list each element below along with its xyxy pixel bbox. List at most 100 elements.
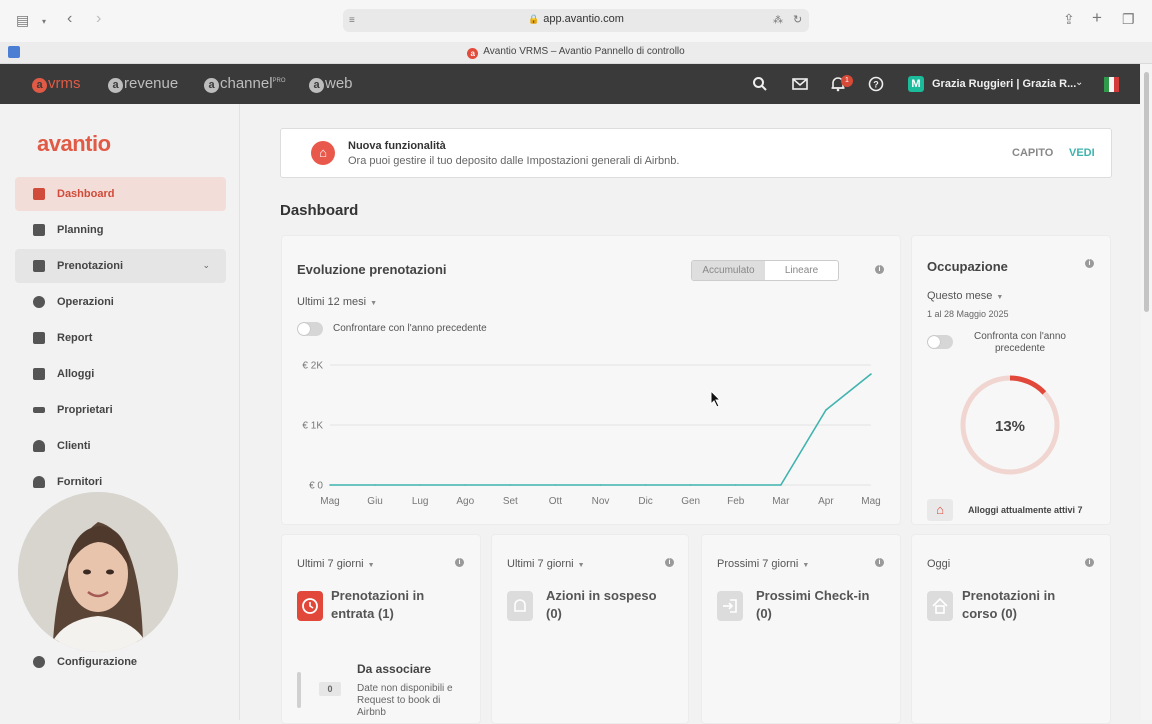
x-tick-label: Mag: [320, 496, 339, 507]
data-point: [780, 484, 782, 486]
occupancy-compare-label: Confronta con l'anno precedente: [974, 331, 1066, 354]
key-icon: [33, 407, 45, 413]
card-period-select[interactable]: Ultimi 7 giorni ▼: [297, 558, 375, 570]
data-point: [644, 484, 647, 486]
italy-flag-icon[interactable]: [1104, 77, 1119, 92]
scrollbar-thumb[interactable]: [1144, 72, 1149, 312]
occupancy-donut: 13%: [960, 375, 1060, 475]
info-icon[interactable]: i: [1085, 558, 1094, 567]
tabs-overview-icon[interactable]: ❐: [1122, 12, 1135, 26]
lock-icon: 🔒: [528, 14, 540, 24]
browser-tab-bar: a Avantio VRMS – Avantio Pannello di cont…: [0, 42, 1152, 64]
caret-down-icon: ▼: [370, 300, 378, 307]
data-point: [689, 484, 692, 486]
linear-option[interactable]: Lineare: [765, 261, 838, 280]
count-badge: 0: [319, 682, 341, 696]
sidebar-item-configurazione[interactable]: Configurazione: [15, 645, 226, 679]
occupancy-range: 1 al 28 Maggio 2025: [927, 309, 1009, 319]
bookings-icon: [33, 260, 45, 272]
sidebar-item-alloggi[interactable]: Alloggi: [15, 357, 226, 391]
back-icon[interactable]: ‹: [67, 11, 72, 27]
translate-icon[interactable]: ⁂: [773, 14, 783, 28]
caret-down-icon: ▼: [996, 294, 1004, 301]
sidebar-item-prenotazioni[interactable]: Prenotazioni ⌄: [15, 249, 226, 283]
sidebar-item-report[interactable]: Report: [15, 321, 226, 355]
user-name[interactable]: Grazia Ruggieri | Grazia R...: [932, 78, 1076, 90]
x-tick-label: Feb: [727, 496, 745, 507]
info-icon[interactable]: i: [455, 558, 464, 567]
gear-icon: [33, 656, 45, 668]
occupancy-period-select[interactable]: Questo mese ▼: [927, 290, 1003, 302]
address-bar[interactable]: ≡ 🔒 app.avantio.com ⁂ ↻: [343, 9, 809, 32]
forward-icon[interactable]: ›: [96, 11, 101, 27]
building-icon: ⌂: [927, 499, 953, 521]
scrollbar[interactable]: [1141, 64, 1152, 720]
checkins-title[interactable]: Prossimi Check-in (0): [756, 587, 869, 623]
info-icon[interactable]: i: [875, 558, 884, 567]
caret-down-icon: ▼: [367, 562, 375, 569]
clock-icon: [297, 591, 323, 621]
sidebar-toggle-icon[interactable]: ▤: [16, 13, 29, 27]
view-button[interactable]: VEDI: [1069, 147, 1095, 159]
avantio-logo[interactable]: avantio: [37, 131, 111, 157]
occupancy-percent: 13%: [995, 418, 1025, 435]
data-point: [329, 484, 331, 486]
active-units: Alloggi attualmente attivi 7: [968, 505, 1083, 515]
info-icon[interactable]: i: [665, 558, 674, 567]
accumulated-option[interactable]: Accumulato: [692, 261, 765, 280]
sidebar-item-dashboard[interactable]: Dashboard: [15, 177, 226, 211]
data-point: [419, 484, 421, 486]
dismiss-button[interactable]: CAPITO: [1012, 147, 1053, 159]
tab-title: Avantio VRMS – Avantio Pannello di contr…: [483, 46, 685, 57]
sidebar-item-planning[interactable]: Planning: [15, 213, 226, 247]
to-associate-title[interactable]: Da associare: [357, 662, 431, 676]
period-select[interactable]: Ultimi 12 mesi ▼: [297, 296, 377, 308]
presenter-video: [18, 492, 178, 652]
to-associate-description: Date non disponibili e Request to book di…: [357, 683, 453, 718]
sidebar-item-operazioni[interactable]: Operazioni: [15, 285, 226, 319]
info-icon[interactable]: i: [875, 265, 884, 274]
card-period-select[interactable]: Ultimi 7 giorni ▼: [507, 558, 585, 570]
user-avatar[interactable]: M: [908, 76, 924, 92]
notice-text: Ora puoi gestire il tuo deposito dalle I…: [348, 155, 680, 167]
url-text: 🔒 app.avantio.com: [343, 13, 809, 25]
share-icon[interactable]: ⇪: [1063, 12, 1075, 26]
reload-icon[interactable]: ↻: [793, 13, 802, 27]
evolution-title: Evoluzione prenotazioni: [297, 262, 447, 277]
brand-vrms[interactable]: a vrms: [32, 75, 81, 93]
svg-text:?: ?: [873, 80, 879, 90]
chart-mode-toggle: Accumulato Lineare: [691, 260, 839, 281]
sidebar-item-clienti[interactable]: Clienti: [15, 429, 226, 463]
new-tab-icon[interactable]: +: [1092, 9, 1102, 26]
data-point: [464, 484, 467, 486]
data-point: [509, 484, 512, 486]
browser-tab[interactable]: a Avantio VRMS – Avantio Pannello di cont…: [0, 46, 1152, 59]
bell-icon: [507, 591, 533, 621]
dashboard-icon: [33, 188, 45, 200]
ongoing-bookings-title[interactable]: Prenotazioni in corso (0): [962, 587, 1055, 623]
mail-icon[interactable]: [792, 76, 808, 92]
user-icon: [33, 440, 45, 452]
x-tick-label: Mag: [861, 496, 880, 507]
compare-toggle[interactable]: [297, 322, 323, 336]
search-icon[interactable]: [752, 76, 768, 92]
occupancy-title: Occupazione: [927, 259, 1008, 274]
occupancy-compare-toggle[interactable]: [927, 335, 953, 349]
evolution-chart: € 0 € 1K € 2K Mag Giu Lug Ago Set Ott Nov Dic Gen Fe…: [302, 361, 880, 508]
user-menu-chevron-icon[interactable]: ⌄: [1075, 77, 1083, 88]
pending-actions-title[interactable]: Azioni in sospeso (0): [546, 587, 657, 623]
info-icon[interactable]: i: [1085, 259, 1094, 268]
chevron-down-icon[interactable]: ▾: [42, 15, 46, 29]
brand-revenue[interactable]: a revenue: [108, 75, 178, 93]
y-tick-label: € 0: [309, 481, 323, 492]
checkin-icon: [717, 591, 743, 621]
x-tick-label: Dic: [638, 496, 652, 507]
help-icon[interactable]: ?: [868, 76, 884, 92]
brand-web[interactable]: a web: [309, 75, 353, 93]
brand-channel[interactable]: a channelPRO: [204, 75, 286, 93]
incoming-bookings-title[interactable]: Prenotazioni in entrata (1): [331, 587, 424, 623]
sidebar-item-fornitori[interactable]: Fornitori: [15, 465, 226, 499]
sidebar-item-proprietari[interactable]: Proprietari: [15, 393, 226, 427]
card-period-select[interactable]: Prossimi 7 giorni ▼: [717, 558, 809, 570]
card-period-label: Oggi: [927, 558, 951, 570]
